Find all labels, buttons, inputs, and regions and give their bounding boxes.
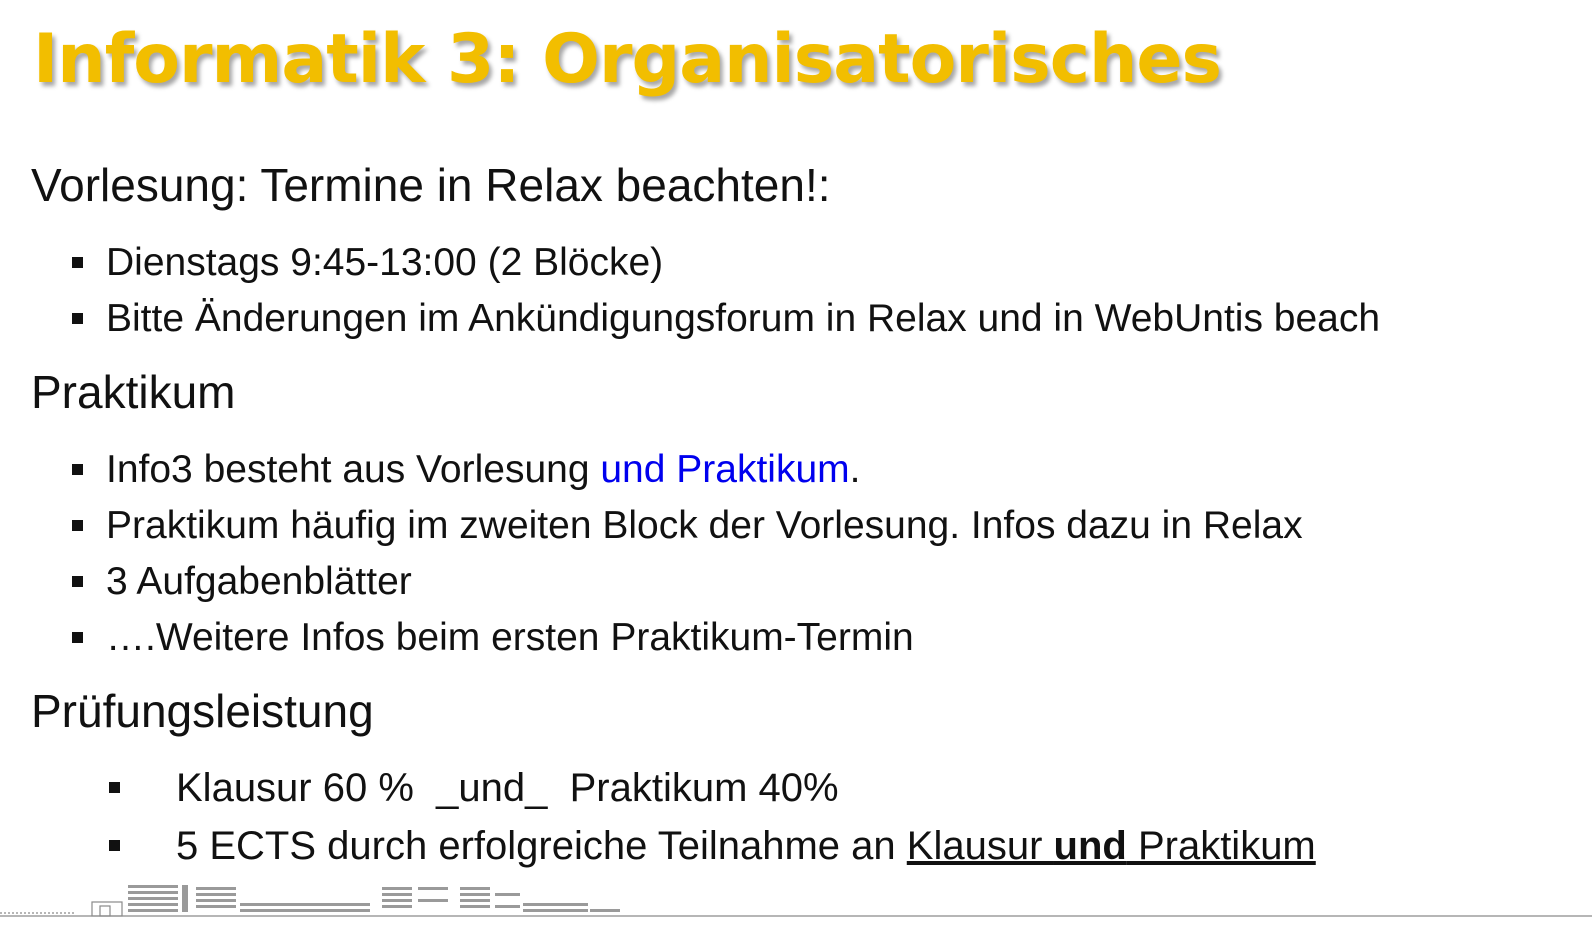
bullet-text: Praktikum häufig im zweiten Block der Vo… (106, 504, 1303, 547)
pruefung-list: Klausur 60 % _und_ Praktikum 40% 5 ECTS … (0, 759, 1316, 875)
list-item: Info3 besteht aus Vorlesung und Praktiku… (0, 442, 1303, 498)
list-item: Klausur 60 % _und_ Praktikum 40% (0, 759, 1316, 817)
slide-title: Informatik 3: Organisatorisches (33, 20, 1222, 99)
square-bullet-icon (109, 782, 120, 793)
list-item: Dienstags 9:45-13:00 (2 Blöcke) (0, 235, 1380, 291)
bullet-text: Klausur 60 % _und_ Praktikum 40% (176, 766, 839, 810)
underlined-text: Klausur und Praktikum (907, 824, 1316, 868)
list-item: 3 Aufgabenblätter (0, 554, 1303, 610)
bullet-text: Dienstags 9:45-13:00 (2 Blöcke) (106, 241, 664, 284)
bullet-text: Info3 besteht aus Vorlesung (106, 448, 601, 491)
bullet-text: 5 ECTS durch erfolgreiche Teilnahme an (176, 824, 907, 868)
vorlesung-list: Dienstags 9:45-13:00 (2 Blöcke) Bitte Än… (0, 235, 1380, 347)
section-heading-praktikum: Praktikum (31, 366, 236, 418)
underlined-praktikum: Praktikum (1126, 824, 1316, 868)
square-bullet-icon (72, 464, 83, 475)
square-bullet-icon (72, 257, 83, 268)
bullet-text: Bitte Änderungen im Ankündigungsforum in… (106, 297, 1381, 340)
praktikum-link[interactable]: und Praktikum (600, 448, 849, 491)
square-bullet-icon (72, 313, 83, 324)
praktikum-list: Info3 besteht aus Vorlesung und Praktiku… (0, 442, 1303, 666)
list-item: 5 ECTS durch erfolgreiche Teilnahme an K… (0, 817, 1316, 875)
section-heading-vorlesung: Vorlesung: Termine in Relax beachten!: (31, 159, 831, 211)
bullet-text: ….Weitere Infos beim ersten Praktikum-Te… (106, 616, 914, 659)
bold-und: und (1053, 824, 1127, 868)
footer-skyline-decoration (0, 885, 1592, 917)
square-bullet-icon (109, 840, 120, 851)
bullet-text: 3 Aufgabenblätter (106, 560, 412, 603)
square-bullet-icon (72, 576, 83, 587)
bullet-text-end: . (849, 448, 861, 491)
list-item: Bitte Änderungen im Ankündigungsforum in… (0, 291, 1380, 347)
underlined-klausur: Klausur (906, 824, 1054, 868)
slide: Informatik 3: Organisatorisches Vorlesun… (0, 0, 1592, 932)
square-bullet-icon (72, 520, 83, 531)
section-heading-pruefung: Prüfungsleistung (31, 685, 374, 737)
square-bullet-icon (72, 632, 83, 643)
list-item: Praktikum häufig im zweiten Block der Vo… (0, 498, 1303, 554)
list-item: ….Weitere Infos beim ersten Praktikum-Te… (0, 610, 1303, 666)
